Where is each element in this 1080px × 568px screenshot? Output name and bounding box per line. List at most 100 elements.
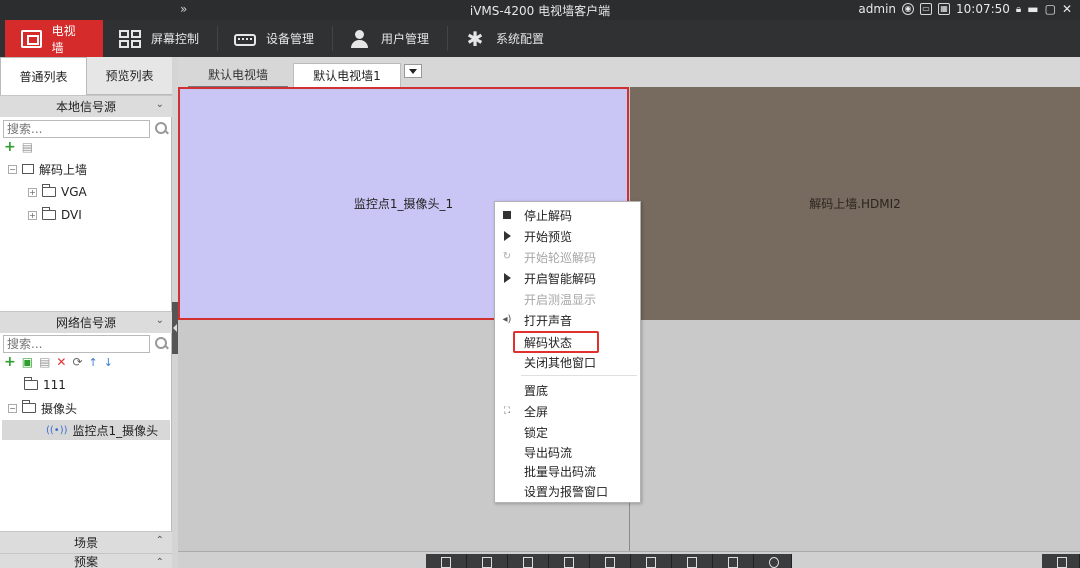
layout-icon[interactable] — [549, 554, 590, 568]
fullscreen-icon: ⛶ — [503, 406, 511, 416]
collapse-icon[interactable]: − — [8, 164, 17, 174]
monitor-icon — [22, 164, 34, 174]
collapse-icon[interactable]: − — [8, 403, 17, 413]
split-icon[interactable] — [590, 554, 631, 568]
network-source-toolbar: + ▣ ▤ ✕ ⟳ ↑ ↓ — [4, 354, 113, 370]
menu-screen-control[interactable]: 屏幕控制 — [103, 20, 217, 57]
menu-close-other-windows[interactable]: 关闭其他窗口 — [495, 352, 640, 372]
menu-item-label: 开始预览 — [524, 229, 573, 244]
wall-window-4[interactable] — [630, 321, 1080, 551]
network-source-header[interactable]: 网络信号源 ⌄ — [0, 311, 172, 333]
arrow-up-icon[interactable]: ↑ — [89, 356, 98, 369]
menu-item-label: 设置为报警窗口 — [524, 484, 609, 499]
pause-icon[interactable] — [467, 554, 508, 568]
globe-icon[interactable]: ◉ — [902, 3, 915, 15]
tab-dropdown-button[interactable] — [404, 64, 422, 78]
chevron-down-icon[interactable]: ⌄ — [156, 315, 164, 326]
menu-start-cycle-decode[interactable]: ↻ 开始轮巡解码 — [495, 247, 640, 267]
scene-header[interactable]: 场景 ⌃ — [0, 531, 172, 553]
menu-item-label: 开始轮巡解码 — [524, 250, 597, 265]
menu-start-preview[interactable]: 开始预览 — [495, 226, 640, 246]
display-icon[interactable]: ▭ — [920, 3, 933, 15]
menu-user-management[interactable]: 用户管理 — [333, 20, 447, 57]
maximize-icon[interactable]: ▢ — [1045, 2, 1056, 16]
cycle-icon: ↻ — [502, 251, 512, 262]
menu-temperature-display[interactable]: 开启测温显示 — [495, 289, 640, 309]
copy-window-icon[interactable] — [508, 554, 549, 568]
chevron-up-icon[interactable]: ⌃ — [156, 535, 164, 546]
chevron-up-icon[interactable]: ⌃ — [156, 557, 164, 568]
plan-header[interactable]: 预案 ⌃ — [0, 553, 172, 568]
keyboard-icon[interactable]: ▦ — [938, 3, 951, 15]
username: admin — [858, 2, 897, 16]
menu-item-label: 置底 — [524, 383, 549, 398]
main-menu-bar: 电视墙 屏幕控制 设备管理 用户管理 ✱ 系统配置 — [0, 20, 1080, 57]
tree-node-vga[interactable]: + VGA — [28, 182, 87, 202]
expand-node-icon[interactable]: + — [28, 210, 37, 220]
menu-batch-export-stream[interactable]: 批量导出码流 — [495, 461, 640, 481]
menu-item-label: 开启智能解码 — [524, 271, 597, 286]
menu-separator — [521, 375, 637, 376]
network-source-search-input[interactable] — [3, 335, 150, 353]
menu-lock[interactable]: 锁定 — [495, 422, 640, 442]
menu-device-management[interactable]: 设备管理 — [218, 20, 332, 57]
window-roam-icon[interactable] — [672, 554, 713, 568]
close-icon[interactable]: ✕ — [1062, 2, 1072, 16]
menu-send-to-bottom[interactable]: 置底 — [495, 380, 640, 400]
tab-default-tv-wall-1[interactable]: 默认电视墙1 — [293, 63, 401, 87]
tab-normal-list[interactable]: 普通列表 — [0, 57, 87, 95]
gear-icon: ✱ — [466, 26, 484, 51]
menu-stop-decode[interactable]: 停止解码 — [495, 205, 640, 225]
menu-tv-wall[interactable]: 电视墙 — [5, 20, 103, 57]
tree-node-label: DVI — [61, 208, 82, 222]
tab-preview-list[interactable]: 预览列表 — [87, 57, 172, 95]
add-icon[interactable]: + — [4, 354, 16, 370]
info-icon[interactable] — [713, 554, 754, 568]
bottom-toolbar — [178, 551, 1080, 568]
wall-window-2[interactable]: 解码上墙.HDMI2 — [630, 87, 1080, 320]
local-source-header[interactable]: 本地信号源 ⌄ — [0, 95, 172, 117]
device-icon — [234, 34, 257, 46]
stop-all-icon[interactable] — [426, 554, 467, 568]
copy-icon[interactable]: ▤ — [39, 355, 50, 369]
speaker-icon: ◂) — [502, 314, 512, 325]
menu-smart-decode[interactable]: 开启智能解码 — [495, 268, 640, 288]
menu-open-audio[interactable]: ◂) 打开声音 — [495, 310, 640, 330]
menu-system-config-label: 系统配置 — [496, 32, 545, 46]
highlight-annotation — [513, 331, 599, 353]
menu-device-label: 设备管理 — [266, 32, 315, 46]
window-label: 监控点1_摄像头_1 — [353, 197, 454, 211]
lock-icon[interactable]: 🔒︎ — [1016, 4, 1021, 15]
search-icon[interactable] — [152, 335, 170, 353]
menu-export-stream[interactable]: 导出码流 — [495, 442, 640, 462]
tab-default-tv-wall[interactable]: 默认电视墙 — [188, 63, 288, 87]
refresh-icon[interactable] — [754, 554, 792, 568]
tree-node-dvi[interactable]: + DVI — [28, 205, 82, 225]
menu-fullscreen[interactable]: ⛶ 全屏 — [495, 401, 640, 421]
tree-node-decode-wall[interactable]: − 解码上墙 — [8, 159, 87, 179]
refresh-icon[interactable]: ⟳ — [72, 355, 82, 369]
menu-system-config[interactable]: ✱ 系统配置 — [448, 20, 562, 57]
chevron-down-icon[interactable]: ⌄ — [156, 99, 164, 110]
user-icon — [349, 29, 371, 48]
add-icon[interactable]: + — [4, 139, 16, 155]
delete-icon[interactable]: ✕ — [56, 355, 66, 369]
import-icon[interactable]: ▣ — [22, 355, 33, 369]
folder-icon — [42, 207, 56, 220]
tv-wall-icon — [21, 29, 42, 48]
screen-grid-icon — [119, 29, 141, 48]
expand-node-icon[interactable]: + — [28, 187, 37, 197]
tree-node-label: 解码上墙 — [39, 162, 88, 177]
search-icon[interactable] — [152, 120, 170, 138]
arrow-down-icon[interactable]: ↓ — [104, 356, 113, 369]
local-source-search-input[interactable] — [3, 120, 150, 138]
tree-node-camera-group[interactable]: − 摄像头 — [8, 398, 77, 418]
settings-icon[interactable] — [1042, 554, 1080, 568]
grid-layout-icon[interactable] — [631, 554, 672, 568]
menu-tv-wall-label: 电视墙 — [51, 23, 76, 55]
copy-icon[interactable]: ▤ — [22, 140, 33, 154]
menu-set-alarm-window[interactable]: 设置为报警窗口 — [495, 481, 640, 501]
tree-node-111[interactable]: 111 — [24, 375, 66, 395]
minimize-icon[interactable]: ▬ — [1027, 2, 1038, 16]
tree-node-camera-1[interactable]: ((•)) 监控点1_摄像头 — [2, 420, 170, 440]
